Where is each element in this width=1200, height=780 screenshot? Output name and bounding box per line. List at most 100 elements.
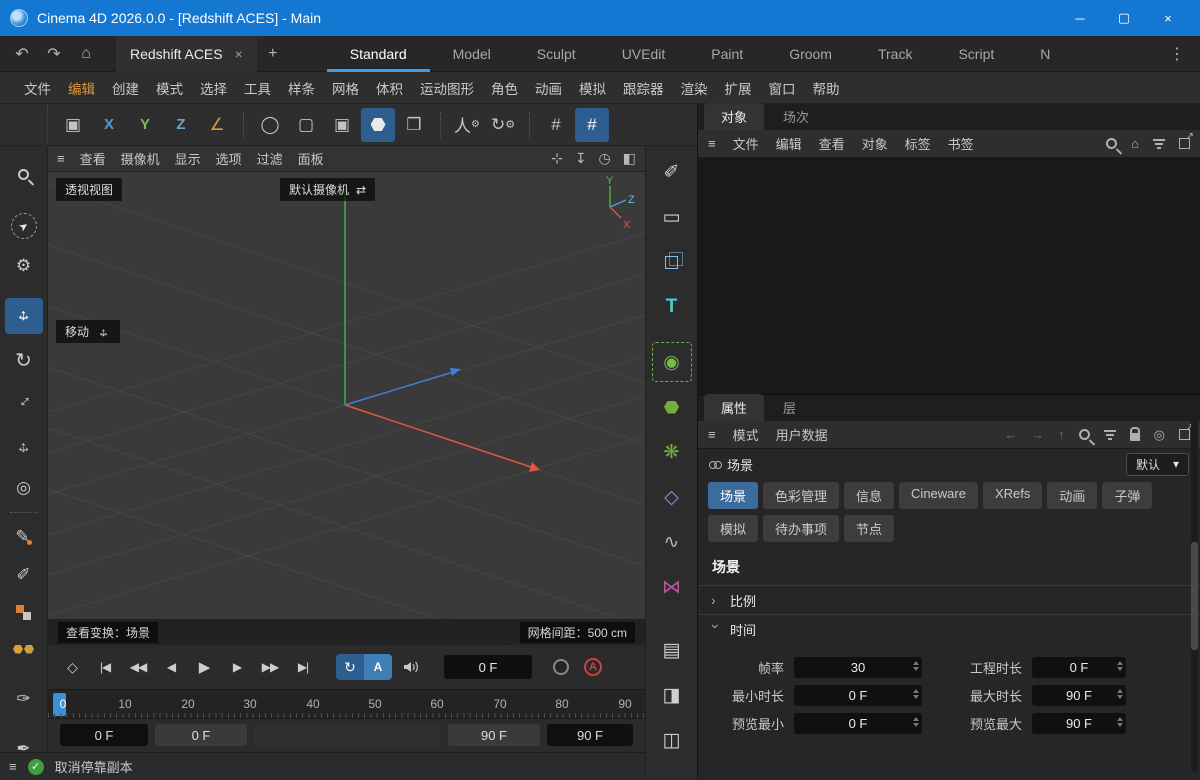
play-button[interactable]: ▶ xyxy=(190,654,218,680)
autokey-a-button[interactable]: A xyxy=(364,654,392,680)
menu-spline[interactable]: 样条 xyxy=(288,78,315,98)
pan-hand-icon[interactable]: ⊹ xyxy=(551,150,563,167)
camera-swap-icon[interactable]: ⇄ xyxy=(356,183,366,197)
status-hamburger-icon[interactable]: ≡ xyxy=(9,759,17,774)
am-up-icon[interactable]: ↑ xyxy=(1058,427,1065,442)
primitive-object-button[interactable] xyxy=(361,108,395,142)
attr-tab-simulation[interactable]: 模拟 xyxy=(708,515,758,542)
go-to-start-button[interactable]: |◀ xyxy=(91,654,119,680)
brush-tool-button[interactable]: ✑ xyxy=(5,681,43,717)
vp-menu-panel[interactable]: 面板 xyxy=(298,149,324,168)
tab-takes[interactable]: 场次 xyxy=(766,103,826,130)
rectangle-spline-button[interactable]: ▭ xyxy=(652,197,692,237)
preview-max-field[interactable]: 90 F xyxy=(1032,713,1126,734)
vp-menu-filter[interactable]: 过滤 xyxy=(257,149,283,168)
attr-tab-info[interactable]: 信息 xyxy=(844,482,894,509)
layout-tab-groom[interactable]: Groom xyxy=(766,36,855,72)
solid-cube-button[interactable]: ▣ xyxy=(325,108,359,142)
menu-character[interactable]: 角色 xyxy=(491,78,518,98)
attr-tab-cineware[interactable]: Cineware xyxy=(899,482,978,509)
maximize-button[interactable]: ▢ xyxy=(1102,0,1146,36)
redo-button[interactable]: ↷ xyxy=(38,36,70,72)
editable-cube-button[interactable]: ▢ xyxy=(289,108,323,142)
attr-tab-todo[interactable]: 待办事项 xyxy=(763,515,839,542)
camera-group-button[interactable]: ◫ xyxy=(652,720,692,760)
om-menu-bookmarks[interactable]: 书签 xyxy=(948,134,974,153)
menu-file[interactable]: 文件 xyxy=(24,78,51,98)
range-end-field[interactable]: 90 F xyxy=(547,724,633,746)
loop-button[interactable]: ↻ xyxy=(336,654,364,680)
text-object-button[interactable]: T xyxy=(652,287,692,327)
tab-layers[interactable]: 层 xyxy=(766,394,813,421)
om-menu-object[interactable]: 对象 xyxy=(862,134,888,153)
menu-window[interactable]: 窗口 xyxy=(769,78,796,98)
axis-mode-button[interactable]: ◎ xyxy=(5,470,43,506)
attr-tab-nodes[interactable]: 节点 xyxy=(844,515,894,542)
spinner-icon[interactable] xyxy=(913,717,919,727)
om-search-icon[interactable] xyxy=(1106,138,1117,149)
spinner-icon[interactable] xyxy=(913,661,919,671)
menu-animate[interactable]: 动画 xyxy=(535,78,562,98)
viewport-hamburger-icon[interactable]: ≡ xyxy=(57,151,65,166)
om-menu-file[interactable]: 文件 xyxy=(733,134,759,153)
attribute-scrollbar[interactable] xyxy=(1191,420,1198,772)
live-selection-button[interactable]: ➤ xyxy=(5,208,43,244)
asset-squares-button[interactable] xyxy=(5,595,43,631)
zoom-tool-button[interactable] xyxy=(5,156,43,192)
vp-menu-view[interactable]: 查看 xyxy=(80,149,106,168)
menu-edit[interactable]: 编辑 xyxy=(68,78,95,98)
om-export-icon[interactable]: ↗ xyxy=(1179,138,1190,149)
material-hex-button[interactable] xyxy=(5,631,43,667)
record-button[interactable] xyxy=(553,659,569,675)
preset-dropdown[interactable]: 默认 ▾ xyxy=(1126,453,1189,476)
axis-z-lock-button[interactable]: Z xyxy=(164,108,198,142)
cube-object-button[interactable] xyxy=(652,242,692,282)
coordinate-system-button[interactable]: ∠ xyxy=(200,108,234,142)
min-time-field[interactable]: 0 F xyxy=(794,685,922,706)
menu-mograph[interactable]: 运动图形 xyxy=(420,78,474,98)
attr-tab-scene[interactable]: 场景 xyxy=(708,482,758,509)
spinner-icon[interactable] xyxy=(913,689,919,699)
pen-tool-button[interactable]: ✐ xyxy=(5,557,43,593)
next-frame-button[interactable]: ▶ xyxy=(223,654,251,680)
group-scale[interactable]: › 比例 xyxy=(698,585,1200,614)
spinner-icon[interactable] xyxy=(1117,689,1123,699)
knife-tool-button[interactable]: ✎ xyxy=(5,519,43,555)
view-label-chip[interactable]: 透视视图 xyxy=(56,178,122,201)
go-to-end-button[interactable]: ▶| xyxy=(289,654,317,680)
om-hamburger-icon[interactable]: ≡ xyxy=(708,136,716,151)
simulation-tools-button[interactable]: ↻⚙ xyxy=(486,108,520,142)
spline-pen-button[interactable]: ✐ xyxy=(652,152,692,192)
attr-tab-animation[interactable]: 动画 xyxy=(1047,482,1097,509)
panel-toggle-icon[interactable]: ◧ xyxy=(623,150,636,167)
close-button[interactable]: × xyxy=(1146,0,1190,36)
om-filter-icon[interactable] xyxy=(1153,139,1165,149)
am-forward-icon[interactable]: → xyxy=(1031,427,1044,442)
clapperboard-button[interactable]: ▤ xyxy=(652,630,692,670)
timeline-ruler[interactable]: 0 10 20 30 40 50 60 70 80 90 xyxy=(48,689,645,719)
perspective-viewport[interactable]: 透视视图 默认摄像机 ⇄ 移动 ↔↕ Y Z X 查看变换：场景 网格间距：50… xyxy=(48,172,645,645)
om-home-icon[interactable]: ⌂ xyxy=(1131,136,1139,151)
spline-path-button[interactable]: ∿ xyxy=(652,522,692,562)
am-target-icon[interactable]: ◎ xyxy=(1154,427,1165,443)
grid-snap-button[interactable]: # xyxy=(539,108,573,142)
subdivision-surface-button[interactable]: ◉ xyxy=(652,342,692,382)
am-export-icon[interactable]: ↗ xyxy=(1179,429,1190,440)
sound-button[interactable] xyxy=(397,654,425,680)
menu-help[interactable]: 帮助 xyxy=(813,78,840,98)
symmetry-button[interactable]: ⋈ xyxy=(652,567,692,607)
am-back-icon[interactable]: ← xyxy=(1004,427,1017,442)
menu-create[interactable]: 创建 xyxy=(112,78,139,98)
layout-tab-track[interactable]: Track xyxy=(855,36,935,72)
max-time-field[interactable]: 90 F xyxy=(1032,685,1126,706)
am-search-icon[interactable] xyxy=(1079,429,1090,440)
framerate-field[interactable]: 30 xyxy=(794,657,922,678)
field-object-button[interactable]: ◇ xyxy=(652,477,692,517)
layout-tab-script[interactable]: Script xyxy=(935,36,1017,72)
layout-tab-uvedit[interactable]: UVEdit xyxy=(599,36,689,72)
close-tab-icon[interactable]: × xyxy=(235,46,243,62)
range-track[interactable] xyxy=(254,724,441,746)
current-frame-field[interactable]: 0 F xyxy=(444,655,532,679)
om-menu-edit[interactable]: 编辑 xyxy=(776,134,802,153)
axis-y-lock-button[interactable]: Y xyxy=(128,108,162,142)
